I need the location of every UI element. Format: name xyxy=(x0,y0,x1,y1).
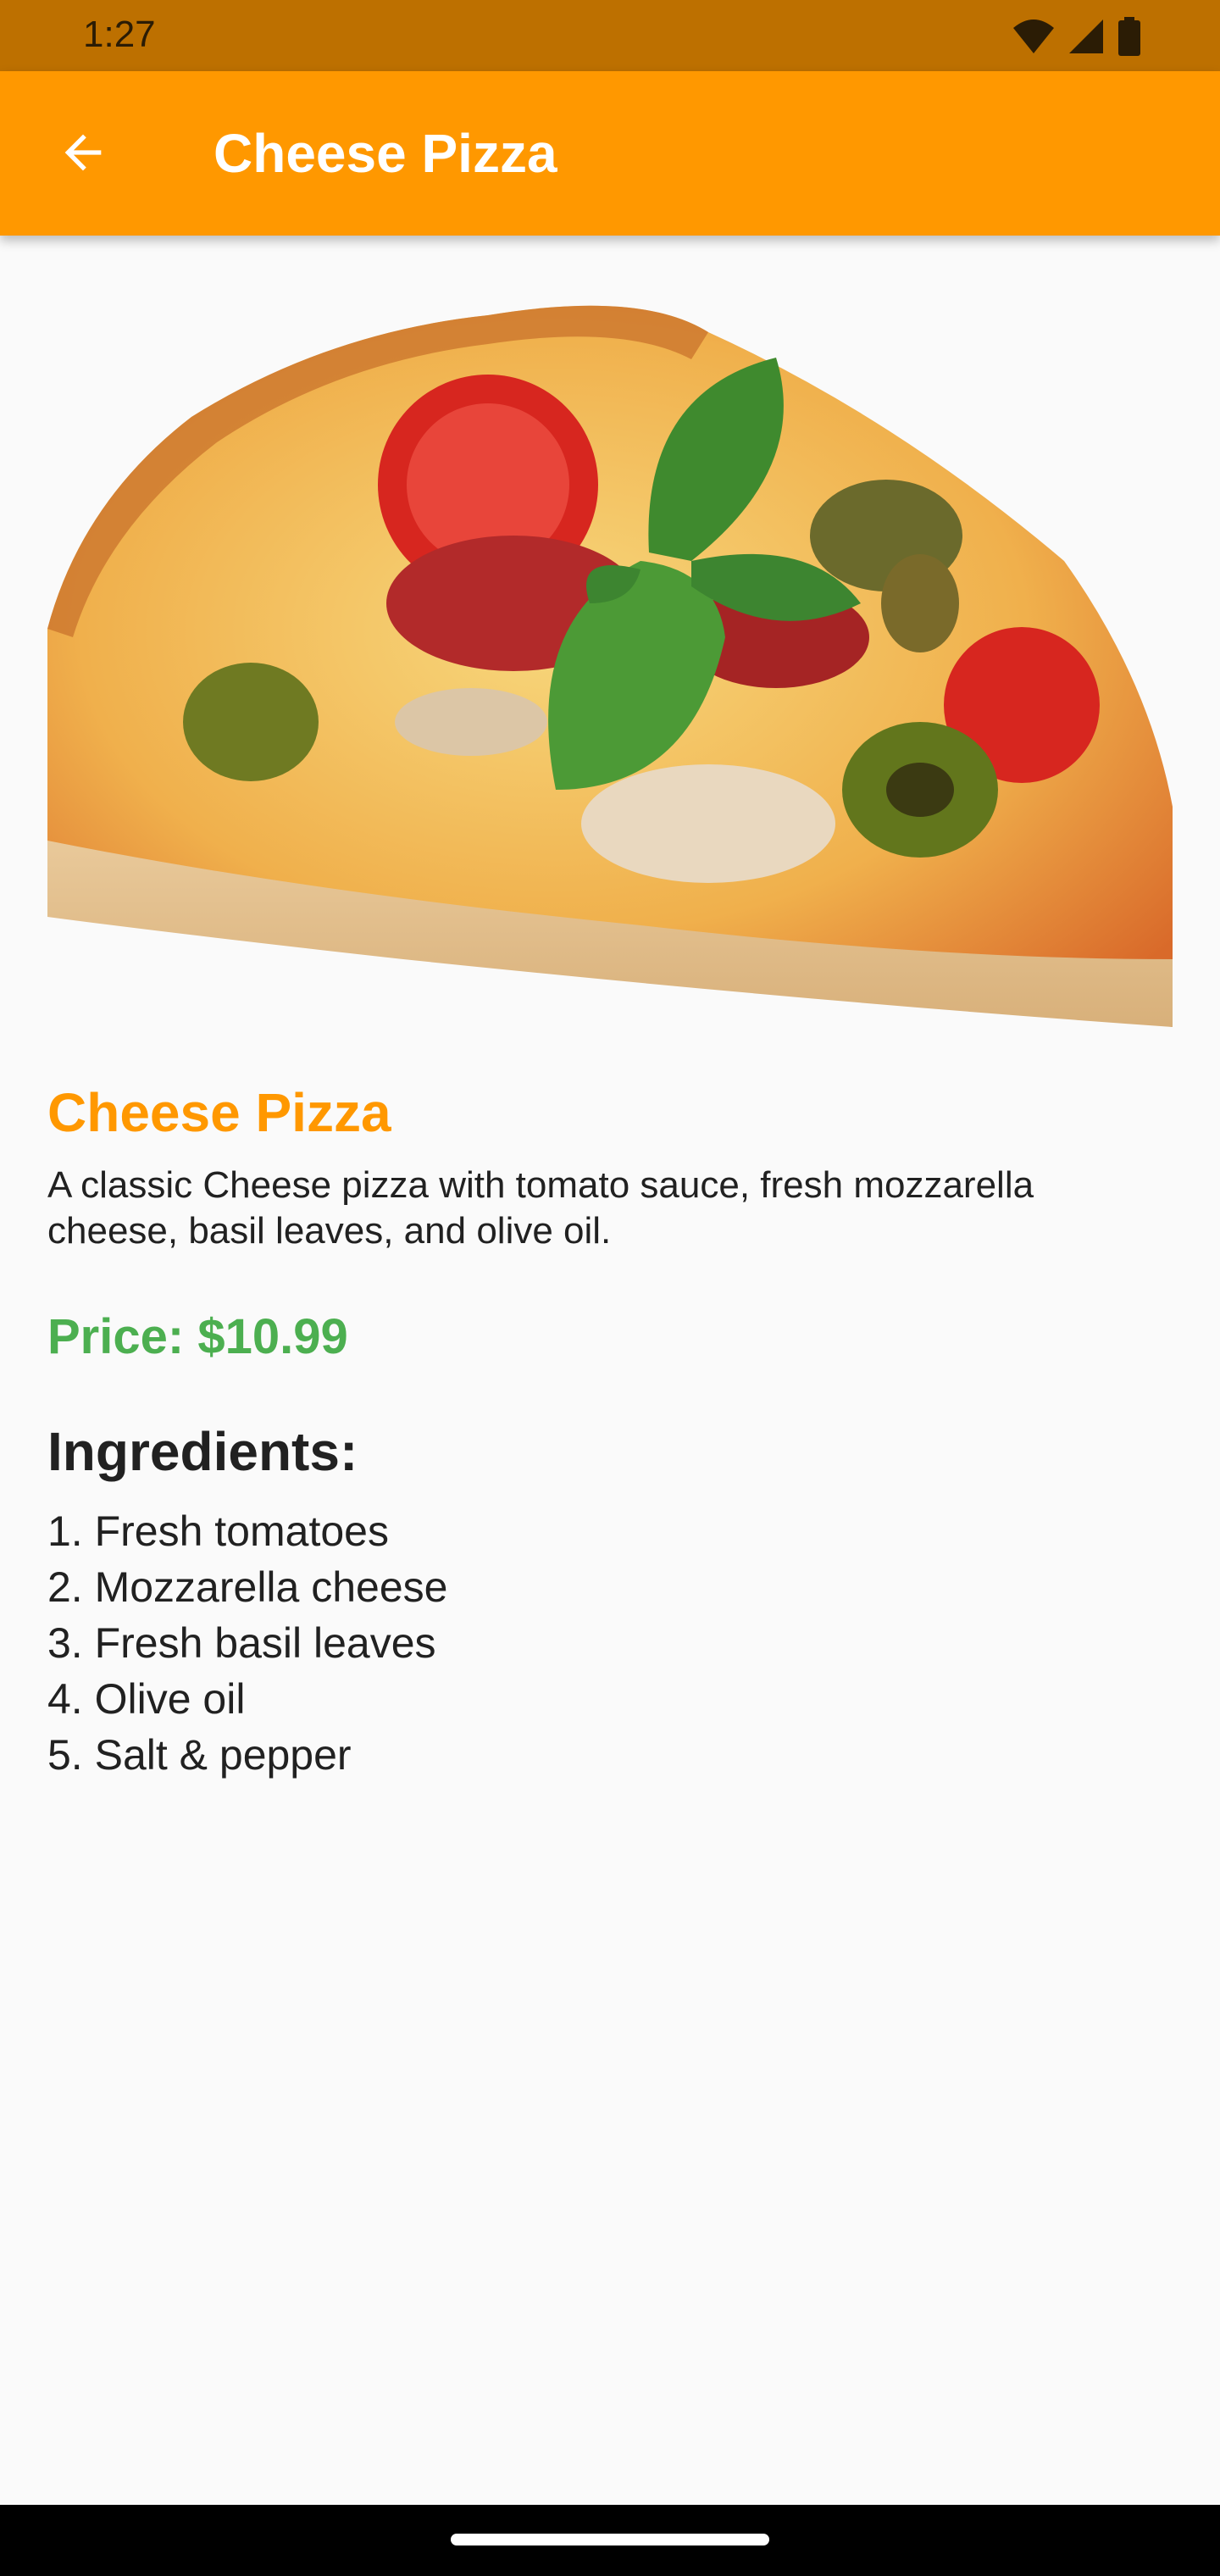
ingredients-list: 1. Fresh tomatoes 2. Mozzarella cheese 3… xyxy=(47,1503,1174,1783)
pizza-title: Cheese Pizza xyxy=(47,1082,391,1143)
app-bar-title: Cheese Pizza xyxy=(214,123,557,184)
navigation-bar xyxy=(0,2505,1220,2576)
status-bar: 1:27 xyxy=(0,0,1220,71)
pizza-description: A classic Cheese pizza with tomato sauce… xyxy=(47,1164,1034,1252)
pizza-image xyxy=(47,281,1173,1027)
ingredient-item: 3. Fresh basil leaves xyxy=(47,1619,436,1667)
pizza-details: Cheese Pizza A classic Cheese pizza with… xyxy=(47,1068,1174,1783)
status-time: 1:27 xyxy=(83,14,156,55)
signal-icon xyxy=(1069,19,1103,53)
ingredient-item: 1. Fresh tomatoes xyxy=(47,1507,389,1555)
status-icons xyxy=(1012,17,1142,56)
arrow-back-icon xyxy=(64,134,102,171)
app-bar: Cheese Pizza xyxy=(0,71,1220,236)
ingredient-item: 5. Salt & pepper xyxy=(47,1731,352,1779)
back-button[interactable] xyxy=(44,114,122,192)
wifi-icon xyxy=(1013,19,1054,53)
battery-icon xyxy=(1118,17,1140,56)
home-gesture-handle[interactable] xyxy=(451,2534,769,2545)
ingredient-item: 2. Mozzarella cheese xyxy=(47,1563,448,1611)
ingredient-item: 4. Olive oil xyxy=(47,1675,246,1723)
ingredients-title: Ingredients: xyxy=(47,1421,358,1482)
pizza-price: Price: $10.99 xyxy=(47,1309,348,1364)
